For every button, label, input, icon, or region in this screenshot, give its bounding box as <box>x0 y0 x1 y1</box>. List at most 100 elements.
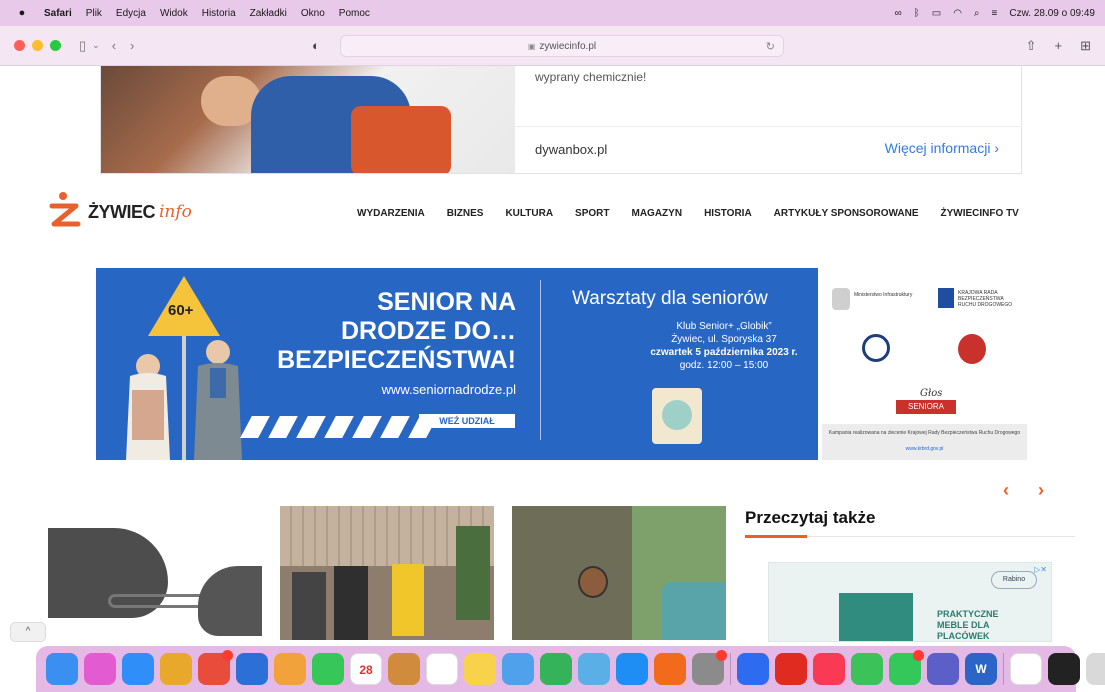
dock-calendar-icon[interactable]: 28 <box>350 653 382 685</box>
minimize-window-button[interactable] <box>32 40 43 51</box>
logo-mark-icon <box>48 190 82 234</box>
new-tab-icon[interactable]: + <box>1055 38 1063 54</box>
dock-separator <box>730 653 731 685</box>
workshop-title: Warsztaty dla seniorów <box>572 288 768 309</box>
partners-footer-link[interactable]: www.krbrd.gov.pl <box>822 446 1027 452</box>
dock-evernote-icon[interactable] <box>851 653 883 685</box>
nav-artykuly-sponsorowane[interactable]: ARTYKUŁY SPONSOROWANE <box>774 208 919 219</box>
article-thumbnail-guard[interactable] <box>512 506 726 640</box>
nav-biznes[interactable]: BIZNES <box>447 208 484 219</box>
sidebar-ad-text: PRAKTYCZNE MEBLE DLA PLACÓWEK <box>937 609 999 641</box>
ad-more-link[interactable]: Więcej informacji › <box>885 140 999 156</box>
nav-kultura[interactable]: KULTURA <box>505 208 553 219</box>
menu-widok[interactable]: Widok <box>160 8 188 19</box>
partner-glos: Głos <box>920 388 943 399</box>
workshop-date: czwartek 5 października 2023 r. <box>650 347 798 358</box>
dock-reminders-icon[interactable] <box>426 653 458 685</box>
notification-badge <box>222 650 233 661</box>
reload-icon[interactable]: ↻ <box>766 40 775 53</box>
bluetooth-icon[interactable]: ᛒ <box>914 8 920 19</box>
nav-wydarzenia[interactable]: WYDARZENIA <box>357 208 425 219</box>
nav-magazyn[interactable]: MAGAZYN <box>632 208 683 219</box>
dock-messages-icon[interactable] <box>889 650 924 685</box>
sidebar-ad-text-2: MEBLE DLA <box>937 620 990 630</box>
tab-overview-icon[interactable]: ⊞ <box>1080 38 1091 54</box>
senior-headline: SENIOR NA DRODZE DO… BEZPIECZEŃSTWA! <box>277 288 516 375</box>
menu-plik[interactable]: Plik <box>86 8 102 19</box>
menu-edycja[interactable]: Edycja <box>116 8 146 19</box>
nav-zywiecinfo-tv[interactable]: ŻYWIECINFO TV <box>941 208 1019 219</box>
partner-krbrd: KRAJOWA RADA BEZPIECZEŃSTWA RUCHU DROGOW… <box>958 290 1013 308</box>
chevron-right-icon: › <box>994 140 999 156</box>
apple-icon[interactable]: ● <box>14 7 30 19</box>
partners-panel: Ministerstwo Infrastruktury KRAJOWA RADA… <box>822 268 1027 460</box>
creative-cloud-icon[interactable]: ∞ <box>895 8 902 19</box>
dock-safari-icon[interactable] <box>122 653 154 685</box>
dock-photos-icon[interactable] <box>274 653 306 685</box>
battery-icon[interactable]: ▭ <box>932 8 941 19</box>
ad-choices-icon[interactable]: ▷✕ <box>1034 565 1047 574</box>
carousel-prev-button[interactable]: ‹ <box>1003 480 1009 501</box>
menubar-datetime[interactable]: Czw. 28.09 o 09:49 <box>1009 8 1095 19</box>
sidebar-ad[interactable]: ▷✕ Rabino PRAKTYCZNE MEBLE DLA PLACÓWEK <box>768 562 1052 642</box>
dock-preview-icon[interactable] <box>578 653 610 685</box>
senior-campaign-banner[interactable]: 60+ SENIOR NA DRODZE DO… BEZPIECZEŃSTWA!… <box>96 268 818 460</box>
dock-word-icon[interactable]: W <box>965 653 997 685</box>
dock-trash-icon[interactable] <box>1086 653 1105 685</box>
back-button[interactable]: ‹ <box>112 38 116 53</box>
police-logo-icon <box>862 334 890 362</box>
dock-zoom-icon[interactable] <box>737 653 769 685</box>
zoom-window-button[interactable] <box>50 40 61 51</box>
menu-pomoc[interactable]: Pomoc <box>339 8 370 19</box>
participate-button[interactable]: WEŹ UDZIAŁ <box>419 414 515 428</box>
dock-facetime-icon[interactable] <box>312 653 344 685</box>
thumb-bin-2 <box>334 566 368 640</box>
dock-app-store-icon[interactable] <box>616 653 648 685</box>
article-thumbnail-bins[interactable] <box>280 506 494 640</box>
nav-historia[interactable]: HISTORIA <box>704 208 752 219</box>
dock-firefox-icon[interactable] <box>654 653 686 685</box>
scroll-to-top-button[interactable]: ^ <box>10 622 46 642</box>
close-window-button[interactable] <box>14 40 25 51</box>
carousel-next-button[interactable]: › <box>1038 480 1044 501</box>
menu-okno[interactable]: Okno <box>301 8 325 19</box>
dock-teams-icon[interactable] <box>927 653 959 685</box>
thumb-patch <box>578 566 608 598</box>
senior-url: www.seniornadrodze.pl <box>381 382 516 397</box>
menu-app-name[interactable]: Safari <box>44 8 72 19</box>
read-also-heading: Przeczytaj także <box>745 508 876 527</box>
site-logo[interactable]: ŻYWIEC info <box>48 190 192 234</box>
dock-chrome-icon[interactable] <box>160 653 192 685</box>
dock-numbers-icon[interactable] <box>540 653 572 685</box>
dock-settings-icon[interactable] <box>692 650 727 685</box>
forward-button[interactable]: › <box>130 38 134 53</box>
nav-sport[interactable]: SPORT <box>575 208 609 219</box>
dock-keynote-icon[interactable] <box>502 653 534 685</box>
dock-acrobat-icon[interactable] <box>775 653 807 685</box>
workshop-hours: godz. 12:00 – 15:00 <box>679 360 769 371</box>
banner-divider <box>540 280 541 440</box>
sidebar-toggle-icon[interactable]: ▯ <box>79 38 86 54</box>
dock-music-icon[interactable] <box>813 653 845 685</box>
dock-terminal-icon[interactable] <box>1048 653 1080 685</box>
dock-launchpad-icon[interactable] <box>84 653 116 685</box>
ad-image <box>101 66 515 173</box>
address-bar[interactable]: ▣ zywiecinfo.pl ↻ <box>340 35 784 57</box>
chevron-down-icon[interactable]: ⌄ <box>92 40 100 51</box>
sidebar-ad-text-3: PLACÓWEK <box>937 631 990 641</box>
dock-document-icon[interactable] <box>1010 653 1042 685</box>
article-thumbnail-handcuffs[interactable] <box>48 506 262 640</box>
dock-notes-brown-icon[interactable] <box>388 653 420 685</box>
menu-historia[interactable]: Historia <box>202 8 236 19</box>
menu-zakladki[interactable]: Zakładki <box>250 8 287 19</box>
ad-banner-top[interactable]: wyprany chemicznie! dywanbox.pl Więcej i… <box>100 66 1022 174</box>
control-center-icon[interactable]: ≡ <box>992 8 998 19</box>
dock-notes-icon[interactable] <box>464 653 496 685</box>
share-icon[interactable]: ⇧ <box>1026 38 1037 54</box>
dock-finder-icon[interactable] <box>46 653 78 685</box>
dock-sync-icon[interactable] <box>198 650 233 685</box>
dock-sourcetree-icon[interactable] <box>236 653 268 685</box>
privacy-shield-icon[interactable]: ◐ <box>312 38 320 53</box>
spotlight-icon[interactable]: ⌕ <box>974 8 980 19</box>
wifi-icon[interactable]: ◠ <box>953 8 962 19</box>
